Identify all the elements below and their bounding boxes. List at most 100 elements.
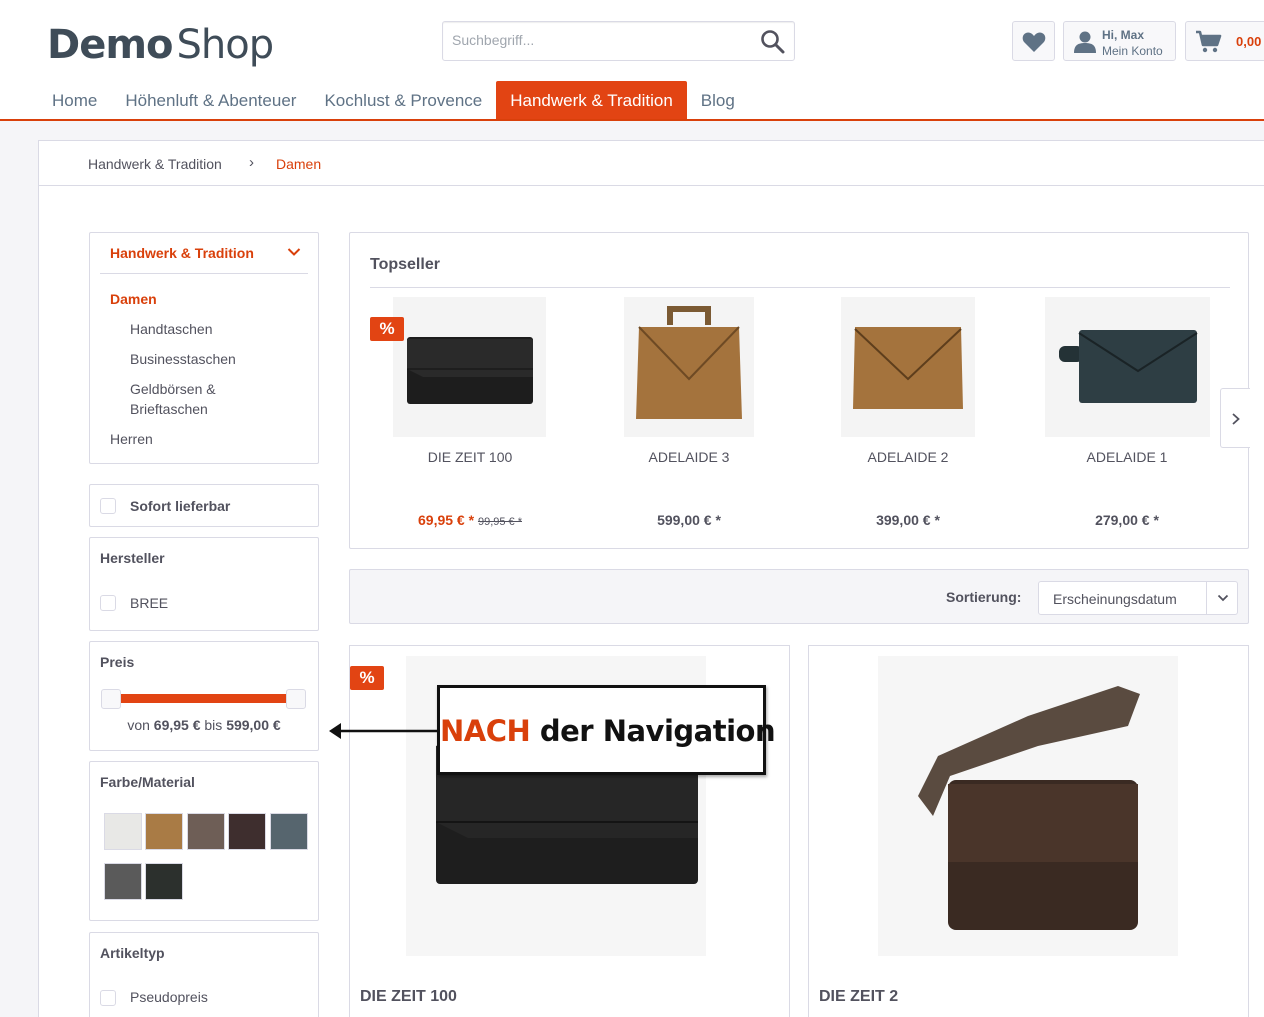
price-title[interactable]: Preis xyxy=(100,654,134,670)
topseller-slider: Topseller % DIE ZEIT 100 69,95 € * 99,95… xyxy=(349,232,1250,549)
search-icon[interactable] xyxy=(760,29,786,55)
search-input[interactable] xyxy=(452,32,752,48)
cart-amount: 0,00 xyxy=(1236,34,1262,49)
product-price: 399,00 € * xyxy=(876,512,940,528)
price-from-label: von xyxy=(127,717,150,733)
product-name[interactable]: ADELAIDE 3 xyxy=(589,449,789,465)
heart-icon xyxy=(1022,32,1046,52)
immediate-delivery-filter[interactable]: Sofort lieferbar xyxy=(89,484,319,527)
price-max-value: 599,00 € xyxy=(226,717,281,733)
annotation-text: NACH der Navigation xyxy=(440,714,776,748)
product-image[interactable] xyxy=(1045,297,1210,437)
manufacturer-checkbox[interactable] xyxy=(100,595,116,611)
category-sidebar: Handwerk & Tradition Damen Handtaschen B… xyxy=(89,232,319,464)
sorting-bar: Sortierung: Erscheinungsdatum xyxy=(349,569,1249,624)
breadcrumb-separator: › xyxy=(249,154,254,171)
arrow-left-icon xyxy=(329,723,439,739)
category-head[interactable]: Handwerk & Tradition xyxy=(110,245,254,261)
sorting-value: Erscheinungsdatum xyxy=(1053,591,1177,607)
nav-item-blog[interactable]: Blog xyxy=(687,81,749,119)
chevron-down-icon xyxy=(1217,594,1229,602)
nav-item-home[interactable]: Home xyxy=(38,81,111,119)
manufacturer-filter: Hersteller BREE xyxy=(89,537,319,631)
price-min-handle[interactable] xyxy=(101,689,121,709)
account-label: Mein Konto xyxy=(1102,44,1163,58)
category-item-geldboersen[interactable]: Geldbörsen & xyxy=(130,381,216,397)
price-range-text: von 69,95 € bis 599,00 € xyxy=(90,717,318,733)
cart-button[interactable]: 0,00 xyxy=(1185,21,1264,61)
slider-next-button[interactable] xyxy=(1220,388,1250,448)
manufacturer-title[interactable]: Hersteller xyxy=(100,550,165,566)
category-item-businesstaschen[interactable]: Businesstaschen xyxy=(130,351,236,367)
article-type-filter: Artikeltyp Pseudopreis xyxy=(89,932,319,1017)
product-price: 279,00 € * xyxy=(1095,512,1159,528)
clutch-black-image xyxy=(407,337,533,404)
cart-icon xyxy=(1196,30,1222,53)
logo[interactable]: Demo Shop xyxy=(47,22,275,68)
price-max-handle[interactable] xyxy=(286,689,306,709)
annotation-rest: der Navigation xyxy=(530,714,776,748)
messenger-bag-brown-image xyxy=(918,686,1140,930)
immediate-delivery-checkbox[interactable] xyxy=(100,498,116,514)
product-price: 69,95 € * 99,95 € * xyxy=(370,512,570,528)
discount-badge: % xyxy=(370,317,404,341)
divider xyxy=(1206,582,1207,614)
manufacturer-option: BREE xyxy=(130,595,169,611)
product-name[interactable]: ADELAIDE 2 xyxy=(808,449,1008,465)
product-price-old: 99,95 € * xyxy=(477,516,522,528)
product-price: 599,00 € * xyxy=(657,512,721,528)
user-icon xyxy=(1074,31,1096,53)
category-item-handtaschen[interactable]: Handtaschen xyxy=(130,321,213,337)
color-swatch-white[interactable] xyxy=(104,813,142,850)
product-name[interactable]: DIE ZEIT 2 xyxy=(819,988,898,1006)
account-greeting: Hi, Max xyxy=(1102,28,1145,42)
product-image[interactable] xyxy=(624,297,754,437)
product-image[interactable] xyxy=(841,297,975,437)
product-image[interactable] xyxy=(878,656,1178,956)
color-swatch-black[interactable] xyxy=(145,863,183,900)
nav-item-handwerk[interactable]: Handwerk & Tradition xyxy=(496,81,687,119)
product-name[interactable]: DIE ZEIT 100 xyxy=(360,988,457,1006)
chevron-down-icon[interactable] xyxy=(287,247,301,257)
color-swatch-cognac[interactable] xyxy=(145,813,183,850)
color-filter: Farbe/Material xyxy=(89,761,319,921)
main-navigation: Home Höhenluft & Abenteuer Kochlust & Pr… xyxy=(38,81,749,121)
product-card[interactable]: DIE ZEIT 2 xyxy=(808,645,1249,1017)
handbag-tan-image xyxy=(636,306,742,419)
nav-item-hoehenluft[interactable]: Höhenluft & Abenteuer xyxy=(111,81,310,119)
color-swatch-taupe[interactable] xyxy=(187,813,225,850)
logo-shop: Shop xyxy=(176,22,275,68)
product-name[interactable]: DIE ZEIT 100 xyxy=(370,449,570,465)
topseller-title: Topseller xyxy=(370,256,440,273)
breadcrumb-parent[interactable]: Handwerk & Tradition xyxy=(88,156,222,172)
color-title[interactable]: Farbe/Material xyxy=(100,774,195,790)
color-swatch-grey[interactable] xyxy=(104,863,142,900)
product-name[interactable]: ADELAIDE 1 xyxy=(1027,449,1227,465)
product-price-current: 69,95 € * xyxy=(418,512,475,528)
price-to-label: bis xyxy=(204,717,223,733)
price-range-track[interactable] xyxy=(102,694,296,703)
clutch-teal-image xyxy=(1059,330,1198,403)
color-swatch-slate[interactable] xyxy=(270,813,308,850)
article-type-option: Pseudopreis xyxy=(130,989,208,1005)
content-area: Handwerk & Tradition › Damen Handwerk & … xyxy=(38,140,1264,1017)
color-swatch-dark-brown[interactable] xyxy=(228,813,266,850)
logo-demo: Demo xyxy=(47,22,173,68)
annotation-callout: NACH der Navigation xyxy=(437,685,776,775)
sorting-select[interactable]: Erscheinungsdatum xyxy=(1038,581,1238,615)
article-type-title[interactable]: Artikeltyp xyxy=(100,945,165,961)
category-item-brieftaschen[interactable]: Brieftaschen xyxy=(130,401,208,417)
immediate-delivery-label: Sofort lieferbar xyxy=(130,498,231,514)
nav-item-kochlust[interactable]: Kochlust & Provence xyxy=(310,81,496,119)
discount-badge: % xyxy=(350,666,384,690)
divider xyxy=(100,273,308,274)
article-type-checkbox[interactable] xyxy=(100,990,116,1006)
annotation-highlight: NACH xyxy=(440,714,531,748)
category-item-damen[interactable]: Damen xyxy=(110,291,157,307)
wishlist-button[interactable] xyxy=(1012,21,1055,61)
breadcrumb-current[interactable]: Damen xyxy=(276,156,321,172)
category-item-herren[interactable]: Herren xyxy=(110,431,153,447)
account-button[interactable]: Hi, Max Mein Konto xyxy=(1063,21,1176,61)
product-image[interactable] xyxy=(393,297,546,437)
bag-cognac-image xyxy=(853,327,963,409)
